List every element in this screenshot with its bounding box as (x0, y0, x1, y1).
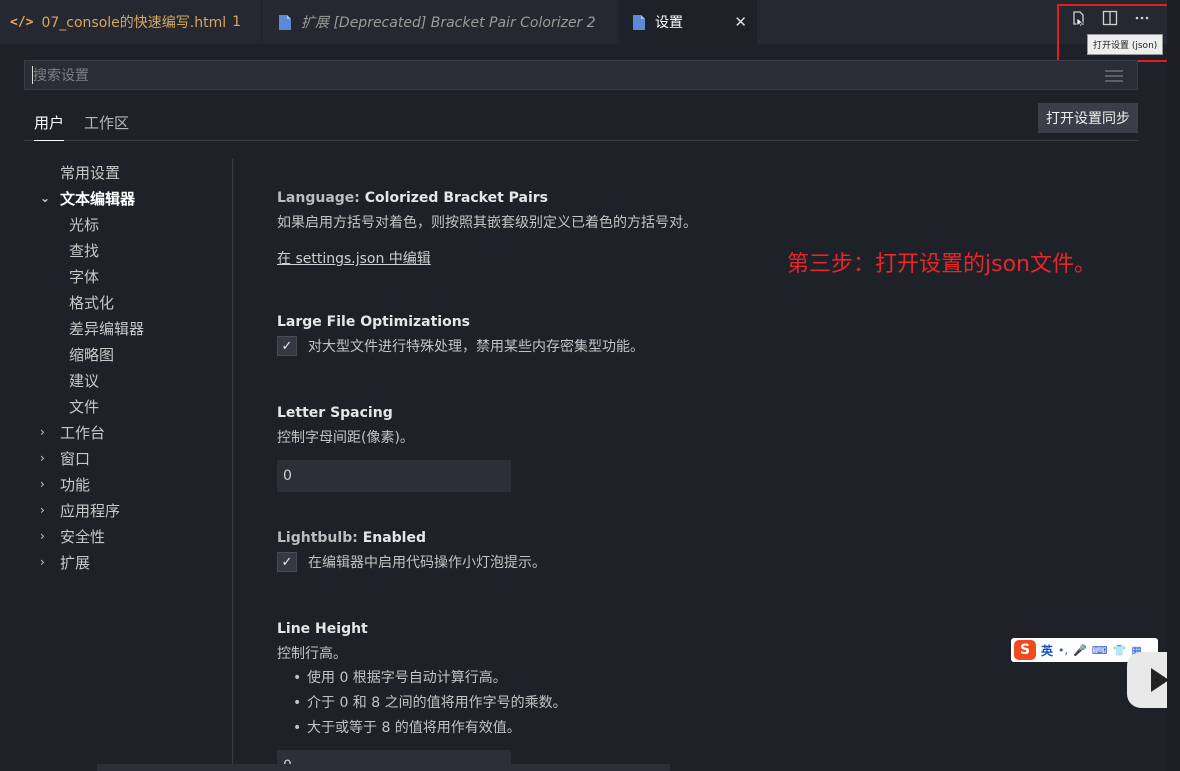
setting-description: 控制行高。 (277, 646, 347, 662)
bullet-item: 大于或等于 8 的值将用作有效值。 (277, 716, 1137, 741)
punctuation-icon[interactable]: •, (1058, 644, 1068, 657)
toc-item-suggestions[interactable]: 建议 (40, 367, 232, 393)
horizontal-scrollbar[interactable] (97, 764, 670, 771)
toc-item-application[interactable]: › 应用程序 (40, 497, 232, 523)
toc-item-extensions[interactable]: › 扩展 (40, 549, 232, 575)
setting-name: Large File Optimizations (277, 314, 470, 330)
toc-item-find[interactable]: 查找 (40, 237, 232, 263)
checkbox-row: ✓ 对大型文件进行特殊处理，禁用某些内存密集型功能。 (277, 336, 1137, 356)
tutorial-annotation: 第三步：打开设置的json文件。 (787, 252, 1096, 277)
settings-scope-tabs: 用户 工作区 (24, 110, 1138, 141)
setting-description: 如果启用方括号对着色，则按照其嵌套级别定义已着色的方括号对。 (277, 215, 697, 231)
edit-in-settings-json-link[interactable]: 在 settings.json 中编辑 (277, 248, 431, 268)
toc-label: 工作台 (60, 423, 106, 442)
keyboard-icon[interactable]: ⌨ (1092, 644, 1108, 657)
html-file-icon: </> (10, 14, 34, 30)
setting-name: Letter Spacing (277, 405, 393, 421)
tab-html-file[interactable]: </> 07_console的快速编写.html 1 (0, 0, 262, 44)
setting-name: Colorized Bracket Pairs (364, 190, 549, 206)
search-placeholder: 搜索设置 (33, 68, 89, 84)
chevron-down-icon: ⌄ (40, 191, 51, 205)
toc-label: 功能 (60, 475, 91, 494)
setting-letter-spacing: Letter Spacing 控制字母间距(像素)。 0 (277, 405, 1137, 492)
chevron-right-icon: › (40, 425, 45, 439)
tab-label: 扩展 [Deprecated] Bracket Pair Colorizer 2 (301, 15, 596, 31)
toc-item-window[interactable]: › 窗口 (40, 445, 232, 471)
chevron-right-icon: › (40, 555, 45, 569)
problem-count-badge: 1 (232, 14, 242, 30)
toc-label: 扩展 (60, 553, 91, 572)
close-icon[interactable]: ✕ (734, 13, 747, 31)
skin-icon[interactable]: 👕 (1113, 644, 1127, 657)
lightbulb-checkbox[interactable]: ✓ (277, 552, 297, 572)
file-icon (633, 14, 645, 30)
setting-category: Language: (277, 190, 365, 206)
setting-category: Lightbulb: (277, 530, 363, 546)
toc-item-features[interactable]: › 功能 (40, 471, 232, 497)
toc-label: 文本编辑器 (60, 189, 136, 208)
bullet-item: 介于 0 和 8 之间的值将用作字号的乘数。 (277, 691, 1137, 716)
setting-title: Language: Colorized Bracket Pairs (277, 190, 1137, 206)
tab-extension[interactable]: 扩展 [Deprecated] Bracket Pair Colorizer 2 (263, 0, 618, 44)
checkbox-row: ✓ 在编辑器中启用代码操作小灯泡提示。 (277, 552, 1137, 572)
tab-settings[interactable]: 设置 ✕ (619, 0, 757, 44)
setting-line-height: Line Height 控制行高。 使用 0 根据字号自动计算行高。 介于 0 … (277, 621, 1137, 771)
bullet-item: 使用 0 根据字号自动计算行高。 (277, 666, 1137, 691)
toc-item-common[interactable]: 常用设置 (40, 159, 232, 185)
toc-item-minimap[interactable]: 缩略图 (40, 341, 232, 367)
description-bullets: 使用 0 根据字号自动计算行高。 介于 0 和 8 之间的值将用作字号的乘数。 … (277, 666, 1137, 741)
editor-tab-bar: </> 07_console的快速编写.html 1 扩展 [Deprecate… (0, 0, 1167, 44)
toc-item-workbench[interactable]: › 工作台 (40, 419, 232, 445)
chevron-right-icon: › (40, 451, 45, 465)
tab-label: 07_console的快速编写.html (41, 15, 227, 31)
toc-label: 应用程序 (60, 501, 121, 520)
toc-item-security[interactable]: › 安全性 (40, 523, 232, 549)
checkbox-label: 在编辑器中启用代码操作小灯泡提示。 (308, 555, 546, 571)
chevron-right-icon: › (40, 503, 45, 517)
filter-icon[interactable] (1105, 70, 1123, 85)
toc-item-text-editor[interactable]: ⌄ 文本编辑器 (40, 185, 232, 211)
tab-label: 设置 (655, 15, 683, 31)
letter-spacing-input[interactable]: 0 (277, 460, 511, 492)
toc-divider (232, 159, 233, 771)
toc-item-cursor[interactable]: 光标 (40, 211, 232, 237)
toc-item-files[interactable]: 文件 (40, 393, 232, 419)
settings-sync-button[interactable]: 打开设置同步 (1038, 103, 1138, 133)
setting-name: Enabled (362, 530, 427, 546)
chevron-right-icon: › (40, 529, 45, 543)
chevron-right-icon: › (40, 477, 45, 491)
window-edge (1167, 0, 1180, 771)
toc-item-diff-editor[interactable]: 差异编辑器 (40, 315, 232, 341)
ime-logo-icon: S (1014, 640, 1036, 660)
toc-item-formatting[interactable]: 格式化 (40, 289, 232, 315)
search-settings-input[interactable]: 搜索设置 (24, 60, 1138, 90)
checkbox-label: 对大型文件进行特殊处理，禁用某些内存密集型功能。 (308, 339, 644, 355)
toc-item-font[interactable]: 字体 (40, 263, 232, 289)
setting-description: 控制字母间距(像素)。 (277, 430, 414, 446)
setting-title: Lightbulb: Enabled (277, 530, 1137, 546)
settings-toc: 常用设置 ⌄ 文本编辑器 光标 查找 字体 格式化 差异编辑器 缩略图 建议 文… (40, 159, 232, 575)
setting-name: Line Height (277, 621, 368, 637)
toc-label: 安全性 (60, 527, 106, 546)
large-file-checkbox[interactable]: ✓ (277, 336, 297, 356)
microphone-icon[interactable]: 🎤 (1073, 644, 1087, 657)
setting-large-file-optimizations: Large File Optimizations ✓ 对大型文件进行特殊处理，禁… (277, 314, 1137, 356)
setting-lightbulb-enabled: Lightbulb: Enabled ✓ 在编辑器中启用代码操作小灯泡提示。 (277, 530, 1137, 572)
tab-workspace[interactable]: 工作区 (84, 112, 129, 133)
toc-label: 窗口 (60, 449, 91, 468)
highlight-box (1057, 4, 1173, 62)
tab-user[interactable]: 用户 (34, 112, 65, 141)
file-icon (279, 14, 291, 30)
ime-language[interactable]: 英 (1041, 642, 1053, 659)
